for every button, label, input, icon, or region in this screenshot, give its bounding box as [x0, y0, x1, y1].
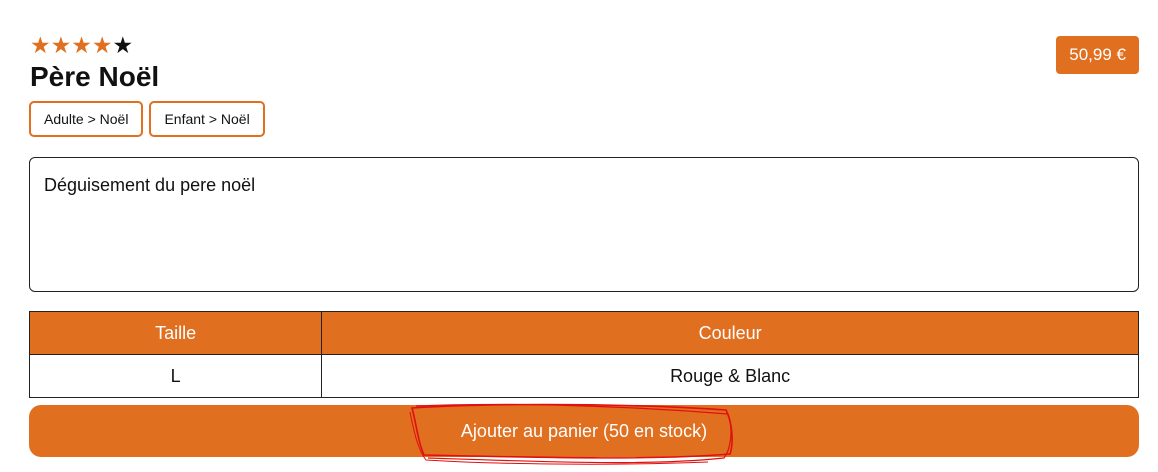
- category-tag-adulte[interactable]: Adulte > Noël: [29, 101, 144, 137]
- header-taille: Taille: [28, 311, 323, 355]
- star-filled-icon: ★: [50, 32, 72, 58]
- add-to-cart-button[interactable]: Ajouter au panier (50 en stock): [29, 405, 1139, 457]
- cell-couleur: Rouge & Blanc: [321, 354, 1139, 398]
- rating-stars: ★ ★ ★ ★ ★: [30, 33, 133, 57]
- specs-table: Taille Couleur L Rouge & Blanc: [28, 311, 1139, 398]
- star-filled-icon: ★: [71, 32, 92, 58]
- product-title: Père Noël: [30, 61, 160, 92]
- star-filled-icon: ★: [91, 32, 113, 58]
- price-badge: 50,99 €: [1056, 36, 1139, 74]
- star-empty-icon: ★: [112, 32, 134, 58]
- product-description: Déguisement du pere noël: [29, 157, 1139, 292]
- category-tag-enfant[interactable]: Enfant > Noël: [149, 101, 265, 137]
- star-filled-icon: ★: [30, 32, 51, 58]
- header-couleur: Couleur: [321, 311, 1139, 355]
- cell-taille: L: [28, 354, 323, 398]
- table-header-row: Taille Couleur: [28, 311, 1139, 355]
- table-row: L Rouge & Blanc: [28, 354, 1139, 398]
- category-tags: Adulte > Noël Enfant > Noël: [29, 101, 265, 137]
